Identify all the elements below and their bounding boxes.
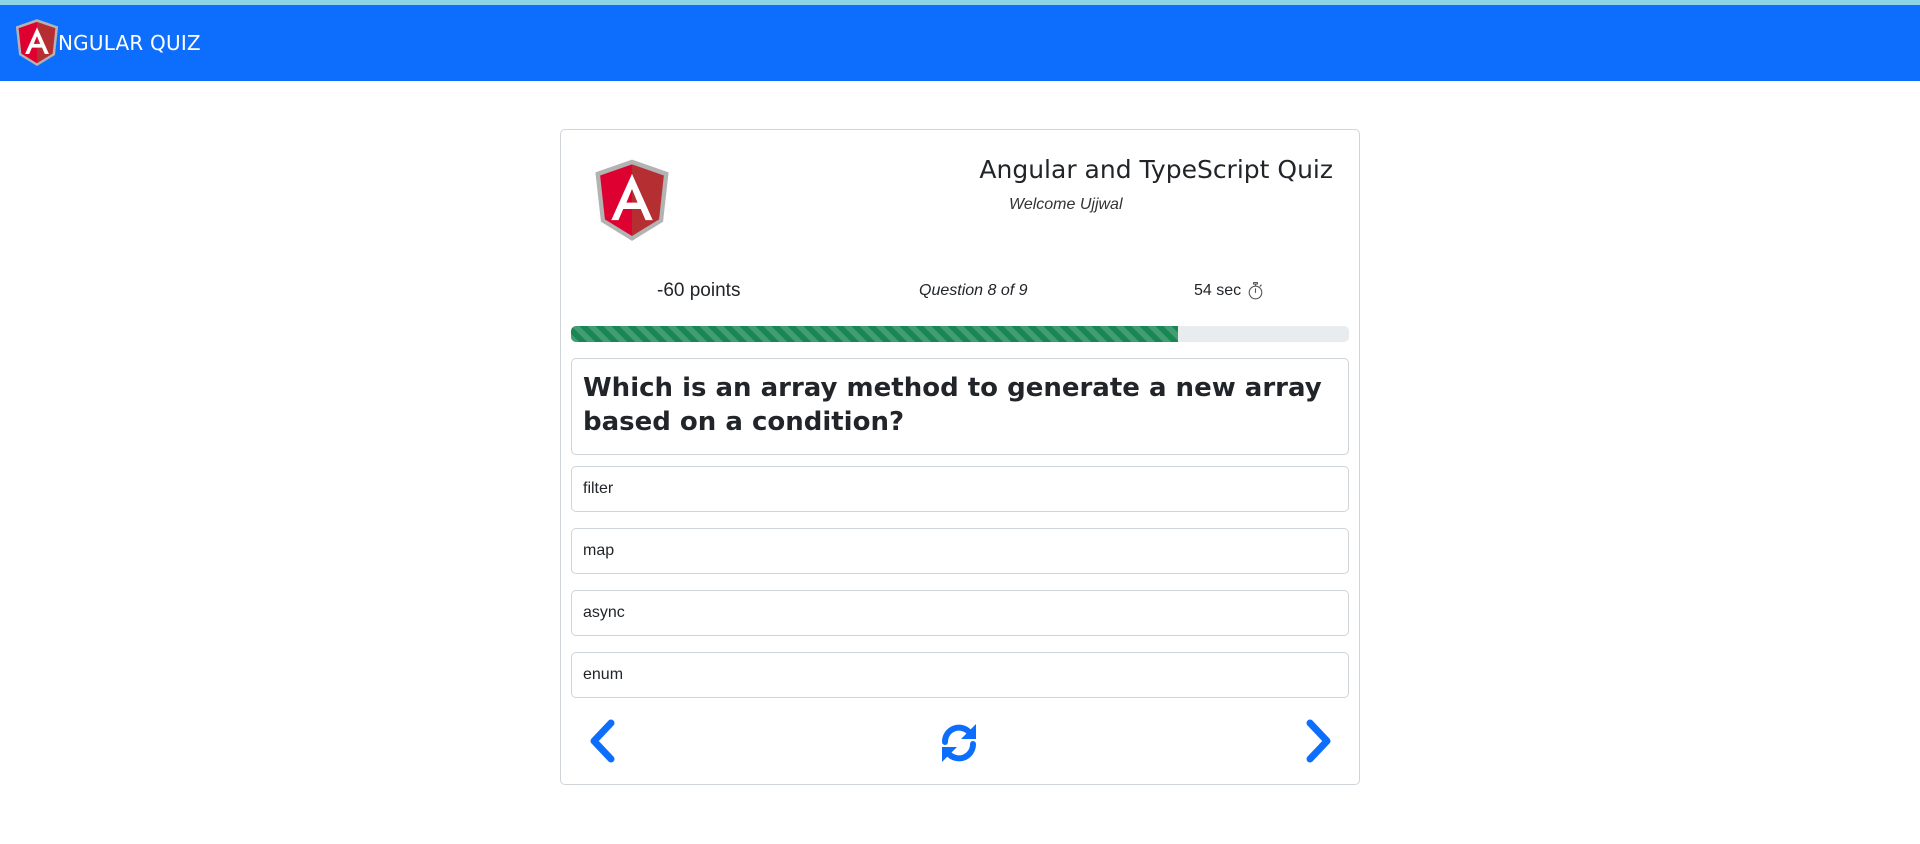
quiz-stats: -60 points Question 8 of 9 54 sec <box>561 280 1361 310</box>
answer-option-map[interactable]: map <box>571 528 1349 574</box>
answer-option-filter[interactable]: filter <box>571 466 1349 512</box>
stopwatch-icon <box>1248 282 1263 300</box>
question-text: Which is an array method to generate a n… <box>583 373 1322 437</box>
chevron-left-icon[interactable] <box>585 718 619 764</box>
chevron-right-icon[interactable] <box>1302 718 1336 764</box>
answer-option-enum[interactable]: enum <box>571 652 1349 698</box>
refresh-icon[interactable] <box>936 720 982 766</box>
progress-track <box>571 326 1349 342</box>
quiz-title: Angular and TypeScript Quiz <box>979 155 1333 184</box>
quiz-card: Angular and TypeScript Quiz Welcome Ujjw… <box>560 129 1360 785</box>
timer-text: 54 sec <box>1194 282 1242 299</box>
angular-shield-icon <box>595 159 669 241</box>
answer-option-async[interactable]: async <box>571 590 1349 636</box>
welcome-message: Welcome Ujjwal <box>1009 196 1123 213</box>
question-counter: Question 8 of 9 <box>919 282 1028 299</box>
timer-display: 54 sec <box>1194 282 1264 300</box>
question-box: Which is an array method to generate a n… <box>571 358 1349 455</box>
angular-logo-icon[interactable] <box>14 18 60 68</box>
progress-bar <box>571 326 1178 342</box>
points-display: -60 points <box>657 280 741 301</box>
brand-title[interactable]: NGULAR QUIZ <box>58 31 201 55</box>
navbar: NGULAR QUIZ <box>0 5 1920 81</box>
